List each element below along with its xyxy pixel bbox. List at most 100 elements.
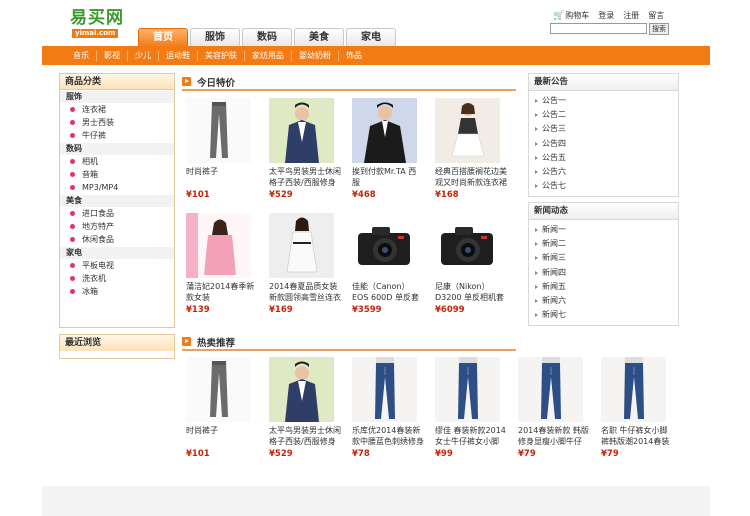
product-card[interactable]: 太平鸟男装男士休闲格子西装/西服修身 ¥529 bbox=[269, 98, 352, 213]
news-item[interactable]: 新闻一 bbox=[535, 223, 678, 237]
product-image[interactable] bbox=[269, 213, 334, 278]
product-name[interactable]: 佳能（Canon） EOS 600D 单反套机 bbox=[352, 281, 424, 303]
category-item[interactable]: 男士西装 bbox=[60, 116, 174, 129]
news-item[interactable]: 新闻六 bbox=[535, 294, 678, 308]
tab-food[interactable]: 美食 bbox=[294, 28, 344, 46]
announcement-item[interactable]: 公告四 bbox=[535, 137, 678, 151]
search-button[interactable]: 搜索 bbox=[649, 23, 669, 35]
category-group-title[interactable]: 数码 bbox=[60, 143, 174, 155]
announcement-item[interactable]: 公告五 bbox=[535, 151, 678, 165]
product-name[interactable]: 太平鸟男装男士休闲格子西装/西服修身 bbox=[269, 425, 341, 447]
category-item[interactable]: 洗衣机 bbox=[60, 272, 174, 285]
category-group-title[interactable]: 美食 bbox=[60, 195, 174, 207]
category-item[interactable]: 地方特产 bbox=[60, 220, 174, 233]
announcement-item[interactable]: 公告六 bbox=[535, 165, 678, 179]
subnav-item[interactable]: 饰品 bbox=[339, 51, 369, 61]
subnav-item[interactable]: 美容护肤 bbox=[198, 50, 245, 61]
bullet-icon bbox=[70, 172, 75, 177]
product-card[interactable]: 乐库优2014春装新款中腰蓝色刺绣修身 ¥78 bbox=[352, 357, 435, 472]
product-card[interactable]: 2014春夏品质女装新款圆领高雪丝连衣 ¥169 bbox=[269, 213, 352, 328]
product-card[interactable]: 佳能（Canon） EOS 600D 单反套机 ¥3599 bbox=[352, 213, 435, 328]
product-image[interactable] bbox=[186, 357, 251, 422]
product-card[interactable]: 蒲洁妃2014春季新款女装 ¥139 bbox=[186, 213, 269, 328]
product-name[interactable]: 太平鸟男装男士休闲格子西装/西服修身 bbox=[269, 166, 341, 188]
search-input[interactable] bbox=[550, 23, 647, 34]
news-item[interactable]: 新闻七 bbox=[535, 308, 678, 322]
product-price: ¥79 bbox=[518, 449, 536, 459]
message-link[interactable]: 留言 bbox=[648, 10, 664, 21]
product-card[interactable]: 2014春装新款 韩版修身显瘦小脚牛仔 ¥79 bbox=[518, 357, 601, 472]
arrow-right-icon bbox=[535, 113, 538, 118]
subnav-item[interactable]: 婴幼奶粉 bbox=[292, 50, 339, 61]
product-image[interactable] bbox=[352, 98, 417, 163]
site-logo[interactable]: 易买网 yimai.com bbox=[70, 8, 130, 38]
category-item[interactable]: 冰箱 bbox=[60, 285, 174, 298]
announcement-item[interactable]: 公告三 bbox=[535, 122, 678, 136]
subnav-item[interactable]: 家纺用品 bbox=[245, 50, 292, 61]
product-image[interactable] bbox=[435, 357, 500, 422]
product-price: ¥3599 bbox=[352, 305, 382, 315]
product-image[interactable] bbox=[601, 357, 666, 422]
announcement-item[interactable]: 公告七 bbox=[535, 179, 678, 193]
news-item[interactable]: 新闻四 bbox=[535, 266, 678, 280]
product-card[interactable]: 时尚裤子 ¥101 bbox=[186, 98, 269, 213]
category-item[interactable]: 进口食品 bbox=[60, 207, 174, 220]
product-name[interactable]: 经典百搭腰裥花边美观又时尚新款连衣裙 bbox=[435, 166, 507, 188]
product-name[interactable]: 缪佳 春装新款2014女士牛仔裤女小脚 bbox=[435, 425, 507, 447]
category-item[interactable]: 牛仔裤 bbox=[60, 129, 174, 142]
news-item[interactable]: 新闻五 bbox=[535, 280, 678, 294]
product-card[interactable]: 挨到付款Mr.TA 西服 ¥468 bbox=[352, 98, 435, 213]
announcement-item[interactable]: 公告二 bbox=[535, 108, 678, 122]
product-name[interactable]: 2014春夏品质女装新款圆领高雪丝连衣 bbox=[269, 281, 341, 303]
product-name[interactable]: 时尚裤子 bbox=[186, 425, 258, 447]
product-name[interactable]: 时尚裤子 bbox=[186, 166, 258, 188]
hot-products: 时尚裤子 ¥101 太平鸟男装男士休闲格子西装/西服修身 ¥529 乐库优2014春装新… bbox=[186, 357, 684, 472]
cart-link[interactable]: 🛒购物车 bbox=[553, 10, 589, 21]
category-item[interactable]: 平板电视 bbox=[60, 259, 174, 272]
tab-digital[interactable]: 数码 bbox=[242, 28, 292, 46]
product-name[interactable]: 挨到付款Mr.TA 西服 bbox=[352, 166, 424, 188]
product-image[interactable] bbox=[518, 357, 583, 422]
login-link[interactable]: 登录 bbox=[598, 10, 614, 21]
product-image[interactable] bbox=[352, 357, 417, 422]
category-item[interactable]: 休闲食品 bbox=[60, 233, 174, 246]
product-image[interactable] bbox=[352, 213, 417, 278]
category-item[interactable]: 连衣裙 bbox=[60, 103, 174, 116]
product-image[interactable] bbox=[186, 213, 251, 278]
product-image[interactable] bbox=[186, 98, 251, 163]
category-group-title[interactable]: 服饰 bbox=[60, 91, 174, 103]
product-image[interactable] bbox=[269, 357, 334, 422]
product-name[interactable]: 2014春装新款 韩版修身显瘦小脚牛仔 bbox=[518, 425, 590, 447]
category-item[interactable]: 相机 bbox=[60, 155, 174, 168]
subnav-item[interactable]: 影视 bbox=[97, 50, 128, 61]
arrow-right-icon bbox=[535, 242, 538, 247]
product-card[interactable]: 尼康（Nikon） D3200 单反相机套机 ¥6099 bbox=[435, 213, 518, 328]
news-item[interactable]: 新闻二 bbox=[535, 237, 678, 251]
subnav-item[interactable]: 少儿 bbox=[128, 50, 159, 61]
product-image[interactable] bbox=[435, 213, 500, 278]
subnav-item[interactable]: 运动鞋 bbox=[159, 50, 198, 61]
product-card[interactable]: 太平鸟男装男士休闲格子西装/西服修身 ¥529 bbox=[269, 357, 352, 472]
product-card[interactable]: 经典百搭腰裥花边美观又时尚新款连衣裙 ¥168 bbox=[435, 98, 518, 213]
product-image[interactable] bbox=[435, 98, 500, 163]
product-name[interactable]: 乐库优2014春装新款中腰蓝色刺绣修身 bbox=[352, 425, 424, 447]
category-item[interactable]: MP3/MP4 bbox=[60, 181, 174, 194]
tab-clothing[interactable]: 服饰 bbox=[190, 28, 240, 46]
product-image[interactable] bbox=[269, 98, 334, 163]
arrow-right-icon bbox=[535, 228, 538, 233]
product-name[interactable]: 尼康（Nikon） D3200 单反相机套机 bbox=[435, 281, 507, 303]
subnav-item[interactable]: 音乐 bbox=[66, 50, 97, 61]
product-card[interactable]: 时尚裤子 ¥101 bbox=[186, 357, 269, 472]
product-name[interactable]: 蒲洁妃2014春季新款女装 bbox=[186, 281, 258, 303]
category-item[interactable]: 音箱 bbox=[60, 168, 174, 181]
product-card[interactable]: 缪佳 春装新款2014女士牛仔裤女小脚 ¥99 bbox=[435, 357, 518, 472]
product-card[interactable]: 名职 牛仔裤女小脚裤韩版潮2014春装 ¥79 bbox=[601, 357, 684, 472]
announcement-item[interactable]: 公告一 bbox=[535, 94, 678, 108]
register-link[interactable]: 注册 bbox=[623, 10, 639, 21]
tab-appliances[interactable]: 家电 bbox=[346, 28, 396, 46]
tab-home[interactable]: 首页 bbox=[138, 28, 188, 47]
product-name[interactable]: 名职 牛仔裤女小脚裤韩版潮2014春装 bbox=[601, 425, 673, 447]
news-item[interactable]: 新闻三 bbox=[535, 251, 678, 265]
bullet-icon bbox=[70, 224, 75, 229]
category-group-title[interactable]: 家电 bbox=[60, 247, 174, 259]
